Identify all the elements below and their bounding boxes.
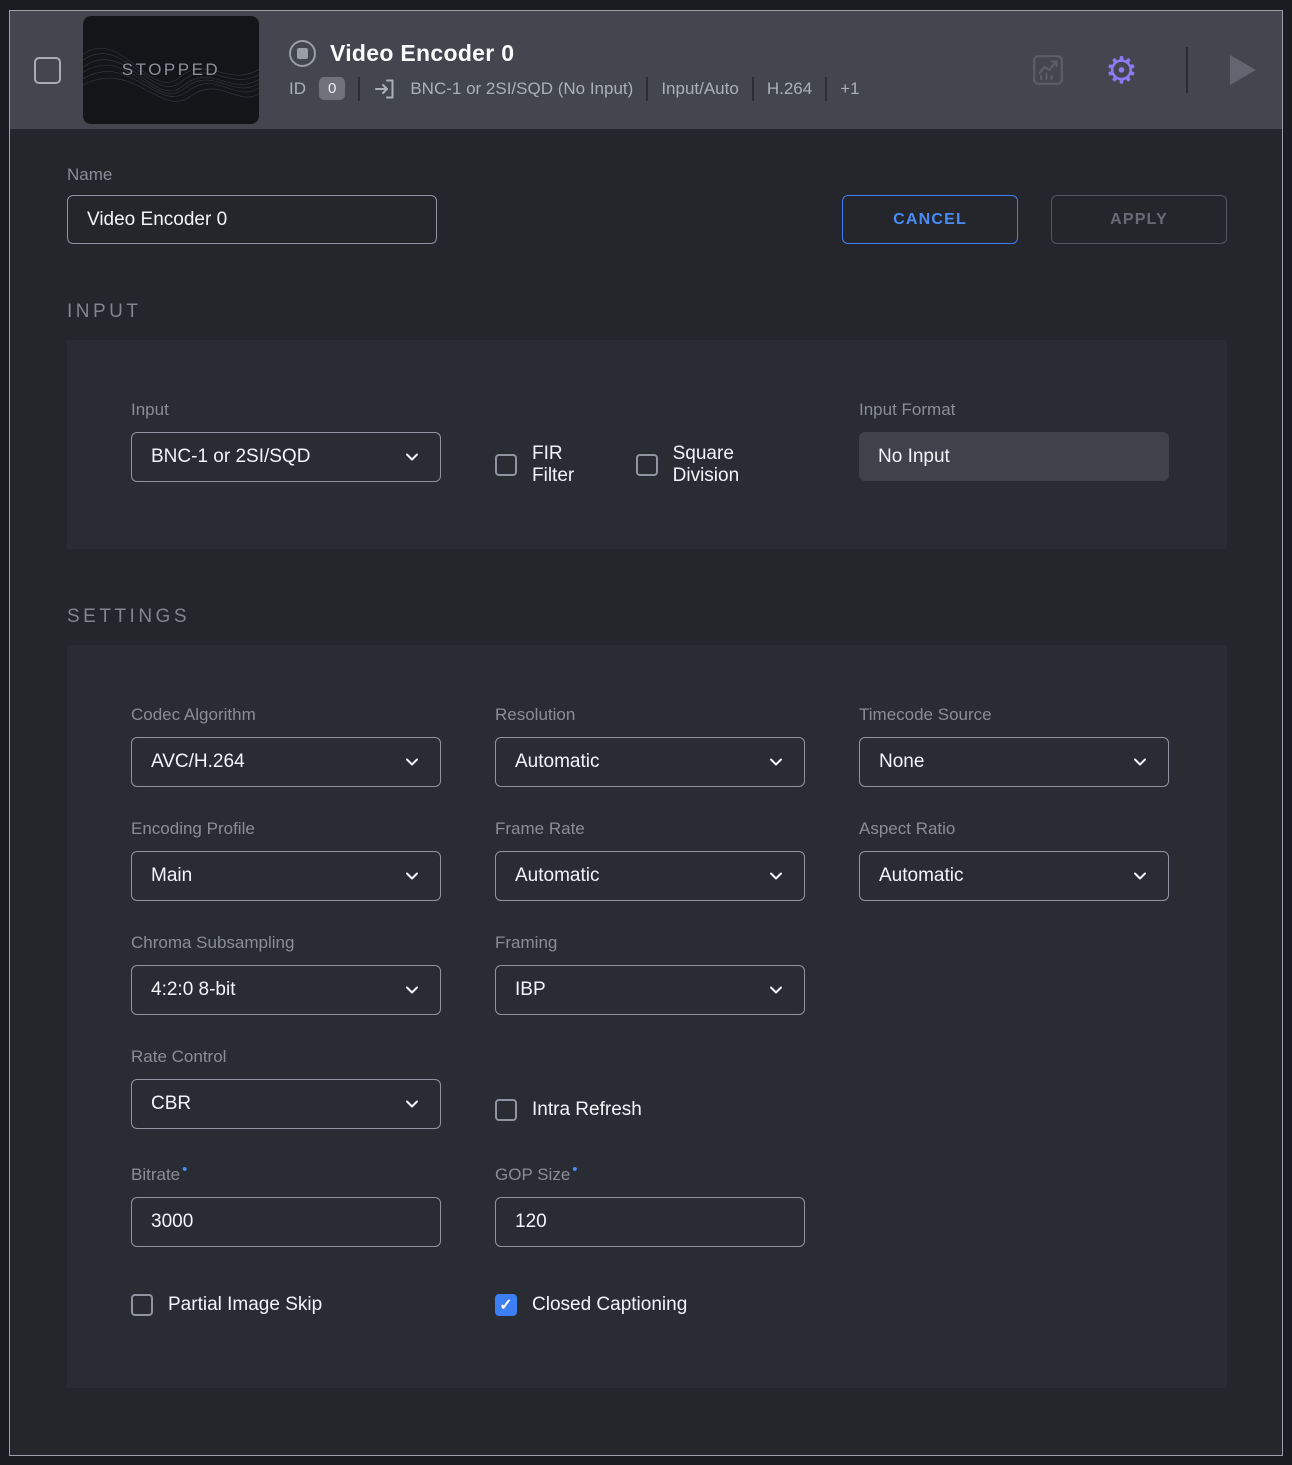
id-badge: 0 xyxy=(319,77,345,100)
encoding-profile-label: Encoding Profile xyxy=(131,819,441,839)
framing-select[interactable]: IBP xyxy=(495,965,805,1015)
encoder-title: Video Encoder 0 xyxy=(330,40,514,67)
name-input[interactable] xyxy=(67,195,437,244)
timecode-source-label: Timecode Source xyxy=(859,705,1169,725)
resolution-select[interactable]: Automatic xyxy=(495,737,805,787)
input-select-value: BNC-1 or 2SI/SQD xyxy=(151,446,310,468)
divider xyxy=(1186,47,1188,93)
chevron-down-icon xyxy=(767,753,785,771)
checkbox-checked-icon: ✓ xyxy=(495,1294,517,1316)
partial-image-skip-checkbox[interactable]: Partial Image Skip xyxy=(131,1294,441,1316)
chroma-subsampling-label: Chroma Subsampling xyxy=(131,933,441,953)
checkbox-icon xyxy=(495,454,517,476)
rate-control-select[interactable]: CBR xyxy=(131,1079,441,1129)
chevron-down-icon xyxy=(403,867,421,885)
input-source-icon xyxy=(373,77,397,101)
required-indicator: • xyxy=(182,1161,187,1178)
square-division-checkbox[interactable]: Square Division xyxy=(636,443,805,487)
closed-captioning-checkbox[interactable]: ✓ Closed Captioning xyxy=(495,1294,805,1316)
encoder-settings-card: STOPPED Video Encoder 0 ID 0 BNC-1 or 2 xyxy=(9,10,1283,1456)
meta-input-source: BNC-1 or 2SI/SQD (No Input) xyxy=(410,79,633,99)
fir-filter-checkbox[interactable]: FIR Filter xyxy=(495,443,610,487)
input-format-label: Input Format xyxy=(859,400,1169,420)
cancel-button[interactable]: CANCEL xyxy=(842,195,1018,244)
gop-size-label: GOP Size• xyxy=(495,1161,805,1185)
chroma-subsampling-select[interactable]: 4:2:0 8-bit xyxy=(131,965,441,1015)
chevron-down-icon xyxy=(403,1095,421,1113)
chevron-down-icon xyxy=(1131,753,1149,771)
statistics-button[interactable] xyxy=(1031,53,1065,87)
resolution-label: Resolution xyxy=(495,705,805,725)
status-text: STOPPED xyxy=(122,60,220,80)
apply-button[interactable]: APPLY xyxy=(1051,195,1227,244)
checkbox-icon xyxy=(495,1099,517,1121)
settings-button[interactable]: ⚙ xyxy=(1105,52,1138,89)
encoder-header: STOPPED Video Encoder 0 ID 0 BNC-1 or 2 xyxy=(10,11,1282,129)
encoding-profile-select[interactable]: Main xyxy=(131,851,441,901)
play-button[interactable] xyxy=(1230,55,1256,85)
input-panel: Input BNC-1 or 2SI/SQD FIR Filter xyxy=(67,340,1227,549)
intra-refresh-checkbox[interactable]: Intra Refresh xyxy=(495,1099,642,1121)
aspect-ratio-select[interactable]: Automatic xyxy=(859,851,1169,901)
divider xyxy=(358,77,360,101)
checkbox-icon xyxy=(636,454,658,476)
divider xyxy=(646,77,648,101)
preview-thumbnail: STOPPED xyxy=(83,16,259,124)
chevron-down-icon xyxy=(403,448,421,466)
chevron-down-icon xyxy=(403,981,421,999)
select-encoder-checkbox[interactable] xyxy=(34,57,61,84)
frame-rate-label: Frame Rate xyxy=(495,819,805,839)
id-label: ID xyxy=(289,79,306,99)
checkbox-icon xyxy=(131,1294,153,1316)
bitrate-label: Bitrate• xyxy=(131,1161,441,1185)
meta-codec: H.264 xyxy=(767,79,812,99)
codec-algorithm-label: Codec Algorithm xyxy=(131,705,441,725)
divider xyxy=(825,77,827,101)
gop-size-input[interactable] xyxy=(495,1197,805,1247)
frame-rate-select[interactable]: Automatic xyxy=(495,851,805,901)
settings-section-title: SETTINGS xyxy=(67,606,1227,628)
divider xyxy=(752,77,754,101)
stopped-status-icon xyxy=(289,40,316,67)
chevron-down-icon xyxy=(767,867,785,885)
chevron-down-icon xyxy=(767,981,785,999)
chevron-down-icon xyxy=(1131,867,1149,885)
chevron-down-icon xyxy=(403,753,421,771)
codec-algorithm-select[interactable]: AVC/H.264 xyxy=(131,737,441,787)
timecode-source-select[interactable]: None xyxy=(859,737,1169,787)
framing-label: Framing xyxy=(495,933,805,953)
aspect-ratio-label: Aspect Ratio xyxy=(859,819,1169,839)
input-format-value: No Input xyxy=(859,432,1169,481)
rate-control-label: Rate Control xyxy=(131,1047,441,1067)
input-select[interactable]: BNC-1 or 2SI/SQD xyxy=(131,432,441,482)
input-label: Input xyxy=(131,400,441,420)
gear-icon: ⚙ xyxy=(1105,52,1138,89)
name-label: Name xyxy=(67,165,437,185)
meta-more-count: +1 xyxy=(840,79,859,99)
input-section-title: INPUT xyxy=(67,301,1227,323)
settings-panel: Codec Algorithm AVC/H.264 Resolution Aut… xyxy=(67,645,1227,1388)
bitrate-input[interactable] xyxy=(131,1197,441,1247)
required-indicator: • xyxy=(572,1161,577,1178)
chart-icon xyxy=(1031,53,1065,87)
meta-resolution-mode: Input/Auto xyxy=(661,79,739,99)
